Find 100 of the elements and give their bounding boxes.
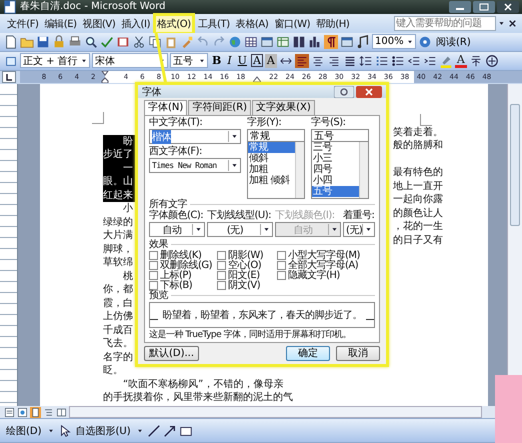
dialog-button[interactable]: 取消 [336, 346, 380, 361]
text-line: 的日子又有 [393, 234, 443, 246]
text-line: 一 [123, 162, 133, 174]
checkbox-label: 双删除线(G) [160, 260, 212, 271]
help-search-field[interactable]: 键入需要帮助的问题 [394, 16, 496, 31]
input-field[interactable]: 常规 [247, 129, 305, 142]
dialog-title: 字体 [142, 86, 161, 98]
list-option[interactable]: 加粗 [248, 164, 295, 175]
text-line: 眼。山 [103, 176, 133, 187]
text-line: 的手抚摸着你，风里带来些新翻的泥土的气 [103, 392, 293, 403]
chinese-font-dropdown[interactable]: 楷体 [149, 129, 241, 144]
format-button[interactable]: A [250, 54, 263, 68]
group-title: 效果 [149, 239, 168, 250]
field-label: 中文字体(T): [149, 117, 204, 129]
list-option[interactable]: 倾斜 [248, 153, 295, 164]
read-button[interactable]: 阅读(R) [434, 34, 473, 49]
list-option[interactable]: 常规 [248, 142, 295, 153]
input-field[interactable]: 五号 [311, 129, 369, 142]
menu-item[interactable]: 帮助(H) [313, 14, 352, 34]
list-option[interactable]: 小四 [312, 175, 359, 186]
text-line: 桃 [123, 270, 133, 282]
field-label: 下划线颜色(I): [275, 210, 336, 222]
dropdown[interactable]: (无) [343, 222, 376, 237]
window-title: 春朱自清.doc - Microsoft Word [20, 1, 166, 13]
text-line: 地上一直开 [393, 180, 443, 192]
list-option[interactable]: 四号 [312, 164, 359, 175]
text-line: 红起来 [103, 190, 133, 200]
menu-item[interactable]: 文件(F) [4, 14, 42, 34]
text-line: 一起向你露 [393, 194, 443, 205]
dropdown[interactable]: (无) [207, 222, 273, 237]
checkbox-label: 下标(B) [160, 280, 192, 291]
field-label: 字体颜色(C): [149, 210, 204, 222]
text-line: 霞，白 [103, 298, 133, 308]
dropdown[interactable]: 自动 [149, 222, 205, 237]
format-button[interactable]: I [225, 54, 234, 68]
text-line: 般的胳膊和 [393, 140, 443, 151]
text-line: 步近了 [103, 149, 133, 160]
text-line: 大片满 [103, 230, 133, 241]
checkbox-label: 阴文(V) [228, 280, 260, 292]
dialog-tab[interactable]: 文字效果(X) [252, 100, 315, 115]
menu-item[interactable]: 窗口(W) [271, 14, 314, 34]
field-label: 西文字体(F): [149, 146, 203, 158]
checkbox-label: 上标(P) [160, 270, 192, 281]
text-line: 绿绿的 [103, 216, 133, 228]
list-box[interactable]: 常规 倾斜 加粗 加粗 倾斜 [247, 142, 305, 199]
group-title: 预览 [149, 290, 168, 301]
list-option[interactable]: 三号 [312, 142, 359, 153]
preview-text: 盼望着，盼望着，东风来了，春天的脚步近了。 [162, 308, 362, 322]
text-line: 脚球， [103, 244, 133, 254]
group-title: 所有文字 [149, 199, 187, 210]
text-line: 眨。 [103, 365, 123, 376]
text-line: 你，都 [103, 284, 133, 295]
font-dropdown[interactable]: 宋体 [92, 53, 168, 68]
format-button[interactable]: U [236, 54, 249, 68]
field-label: 着重号: [343, 210, 376, 222]
field-label: 字形(Y): [247, 117, 282, 129]
text-line: 小 [123, 203, 133, 214]
checkbox-label: 空心(O) [228, 260, 262, 271]
dialog-button[interactable]: 默认(D)... [144, 346, 200, 361]
dialog-tab[interactable]: 字符间距(R) [188, 100, 252, 115]
text-line: 名字的 [103, 352, 133, 362]
text-line: 笑着走着。 [393, 126, 443, 138]
field-label: 字号(S): [311, 117, 347, 129]
style-dropdown[interactable]: 正文 + 首行 [20, 53, 90, 68]
font-color-button[interactable]: A [454, 54, 467, 68]
format-button[interactable]: A [264, 54, 277, 68]
list-option[interactable]: 五号 [312, 186, 359, 197]
menu-item[interactable]: 插入(I) [118, 14, 154, 34]
dialog-button[interactable]: 确定 [286, 346, 330, 361]
menu-item[interactable]: 工具(T) [194, 14, 233, 34]
text-line: 最有特色的 [393, 167, 443, 178]
zoom-dropdown[interactable]: 100% [372, 34, 416, 50]
list-box[interactable]: 三号 小三 四号 小四 五号 [311, 142, 369, 199]
list-option[interactable]: 小三 [312, 153, 359, 164]
dialog-tab[interactable]: 字体(N) [144, 100, 188, 115]
menu-item[interactable]: 编辑(E) [42, 14, 80, 34]
format-button[interactable]: B [210, 54, 224, 68]
checkbox-label: 阴影(W) [228, 249, 264, 261]
draw-menu-button[interactable]: 绘图(D) [4, 424, 44, 438]
text-line: ，花的一生 [393, 221, 443, 232]
text-line: 飞去。 [103, 338, 133, 349]
text-line: 上仿佛 [103, 311, 133, 322]
text-line: 盼 [123, 136, 133, 146]
autoshapes-menu-button[interactable]: 自选图形(U) [74, 424, 133, 438]
field-label: 下划线线型(U): [207, 210, 272, 222]
checkbox-label: 隐藏文字(H) [288, 270, 340, 282]
checkbox-label: 阳文(E) [228, 270, 260, 281]
font-note: 这是一种 TrueType 字体，同时适用于屏幕和打印机。 [149, 329, 352, 341]
text-line: 草软绵 [103, 257, 133, 268]
text-line: 的颜色让人 [393, 208, 443, 218]
western-font-dropdown[interactable]: Times New Roman [149, 158, 241, 173]
menu-item[interactable]: 格式(O) [153, 12, 195, 34]
list-option[interactable]: 加粗 倾斜 [248, 175, 295, 186]
text-line: “吹面不寒杨柳风”，不错的，像母亲 [123, 378, 284, 390]
menu-item[interactable]: 视图(V) [80, 14, 118, 34]
menu-item[interactable]: 表格(A) [232, 14, 272, 34]
checkbox-label: 全部大写字母(A) [288, 260, 358, 271]
font-size-dropdown[interactable]: 五号 [170, 53, 208, 68]
checkbox-label: 删除线(K) [160, 248, 202, 261]
checkbox-label: 小型大写字母(M) [288, 248, 360, 261]
